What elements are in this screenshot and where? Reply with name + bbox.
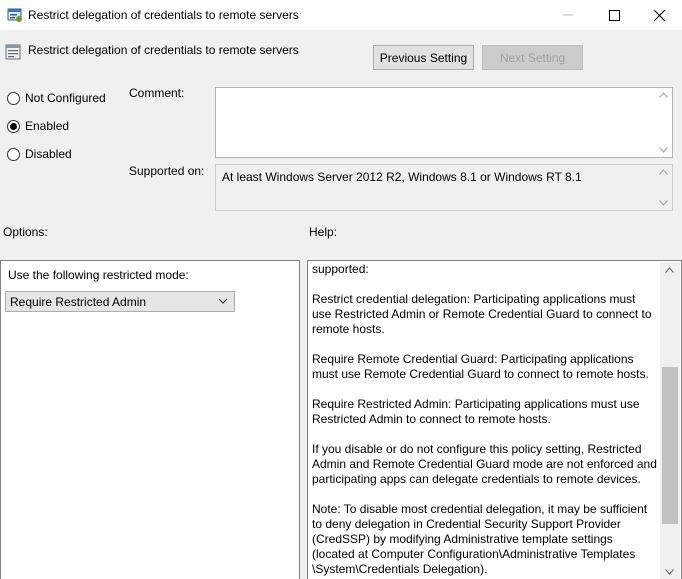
radio-disabled[interactable]: Disabled <box>7 146 72 162</box>
minimize-icon <box>563 14 573 16</box>
next-setting-button[interactable]: Next Setting <box>482 45 583 70</box>
close-button[interactable] <box>636 0 682 30</box>
window-title: Restrict delegation of credentials to re… <box>28 8 299 22</box>
radio-button-icon <box>7 147 20 161</box>
chevron-down-icon <box>218 298 228 304</box>
scroll-down-icon[interactable] <box>659 147 668 153</box>
help-text: supported: Restrict credential delegatio… <box>312 262 657 579</box>
help-label: Help: <box>309 225 338 239</box>
supported-on-scrollbar[interactable] <box>655 165 672 210</box>
help-paragraph: supported: <box>312 262 369 276</box>
radio-label: Disabled <box>25 147 72 161</box>
supported-on-field: At least Windows Server 2012 R2, Windows… <box>215 164 673 211</box>
setting-title: Restrict delegation of credentials to re… <box>28 43 299 57</box>
help-paragraph: Require Restricted Admin: Participating … <box>312 397 640 426</box>
policy-setting-icon <box>5 44 21 60</box>
radio-button-icon <box>7 91 20 105</box>
help-paragraph: Note: To disable most credential delegat… <box>312 502 648 576</box>
radio-label: Not Configured <box>25 91 106 105</box>
previous-setting-button[interactable]: Previous Setting <box>373 45 474 70</box>
scroll-up-icon[interactable] <box>659 92 668 98</box>
close-icon <box>653 9 665 21</box>
minimize-button[interactable] <box>545 0 591 30</box>
comment-scrollbar[interactable] <box>655 88 672 157</box>
comment-label: Comment: <box>129 86 185 100</box>
restricted-mode-label: Use the following restricted mode: <box>8 268 189 282</box>
supported-on-label: Supported on: <box>129 164 205 178</box>
options-label: Options: <box>3 225 48 239</box>
title-bar: Restrict delegation of credentials to re… <box>0 0 682 30</box>
maximize-icon <box>608 9 620 21</box>
scroll-down-icon[interactable] <box>665 569 674 575</box>
scroll-up-icon[interactable] <box>659 169 668 175</box>
comment-field[interactable] <box>215 87 673 158</box>
help-paragraph: Restrict credential delegation: Particip… <box>312 292 652 336</box>
policy-settings-icon <box>7 8 22 22</box>
supported-on-value: At least Windows Server 2012 R2, Windows… <box>222 170 582 184</box>
scroll-up-icon[interactable] <box>665 267 674 273</box>
radio-not-configured[interactable]: Not Configured <box>7 90 106 106</box>
radio-button-selected-icon <box>7 119 20 133</box>
scroll-down-icon[interactable] <box>659 200 668 206</box>
help-scrollbar-thumb[interactable] <box>662 367 678 524</box>
radio-label: Enabled <box>25 119 70 133</box>
help-paragraph: If you disable or do not configure this … <box>312 442 657 486</box>
restricted-mode-dropdown[interactable]: Require Restricted Admin <box>5 291 235 312</box>
restricted-mode-value: Require Restricted Admin <box>10 294 147 309</box>
maximize-button[interactable] <box>591 0 637 30</box>
help-paragraph: Require Remote Credential Guard: Partici… <box>312 352 649 381</box>
radio-enabled[interactable]: Enabled <box>7 118 69 134</box>
